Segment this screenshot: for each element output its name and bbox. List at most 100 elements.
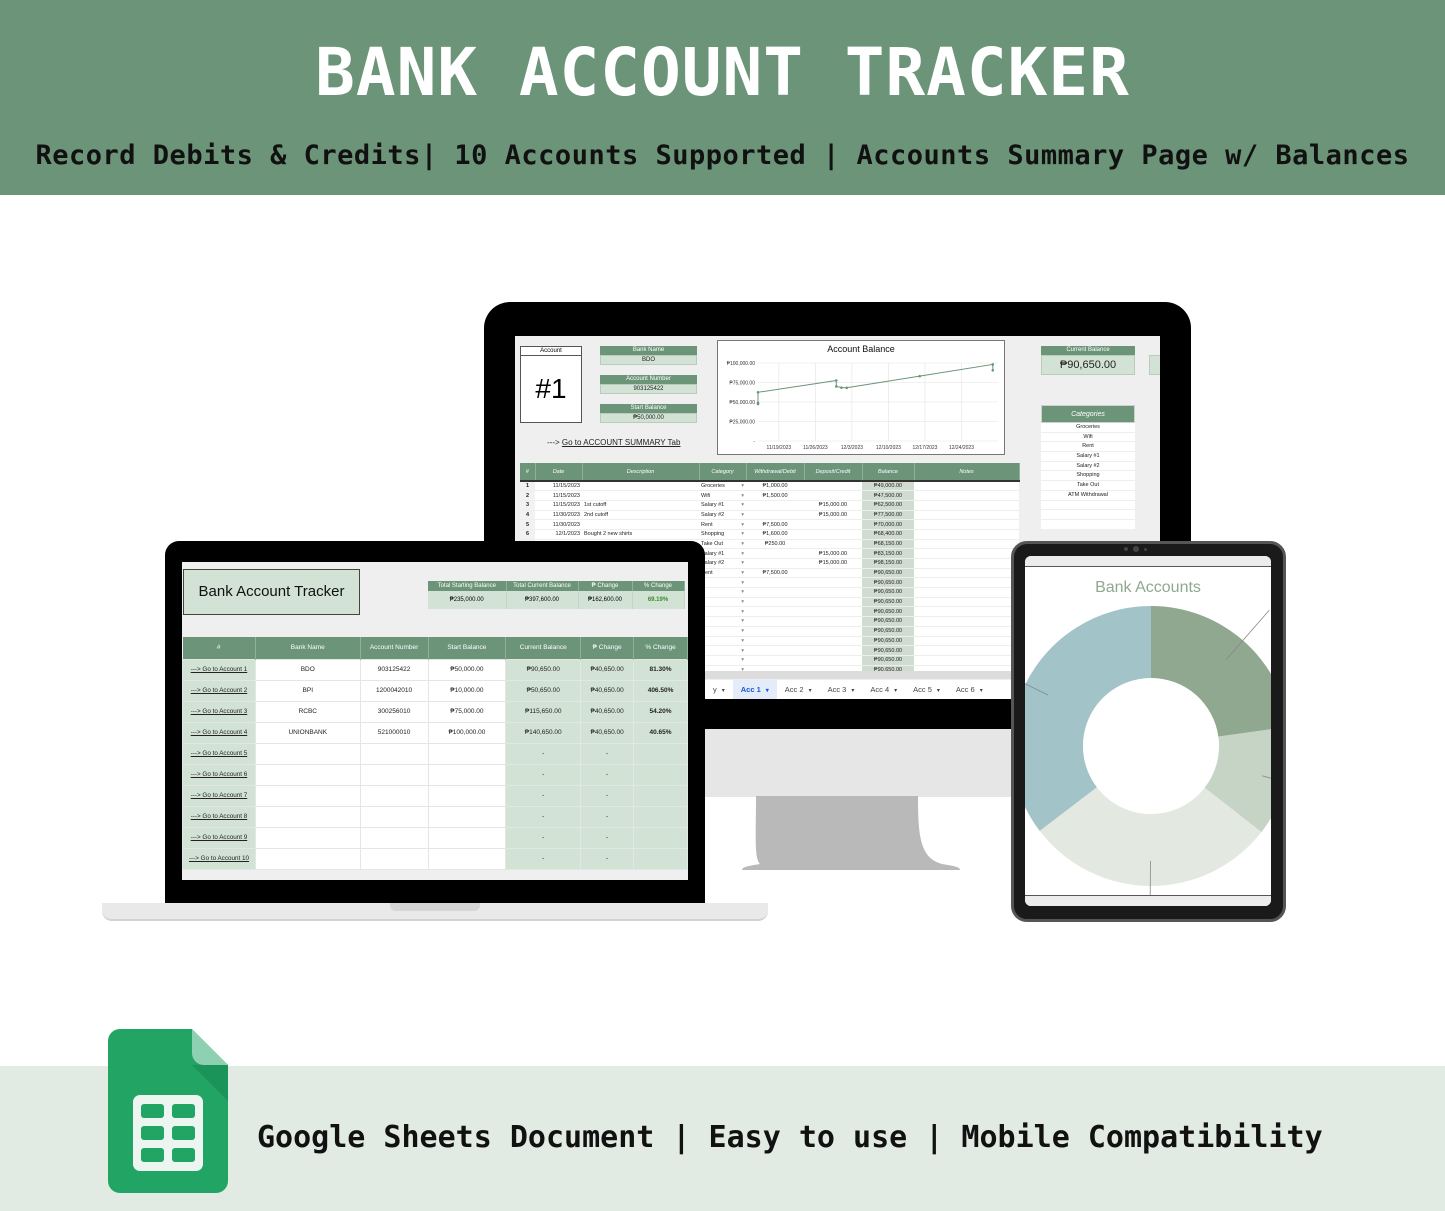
notes-cell[interactable]: [914, 558, 1019, 569]
debit-cell[interactable]: ₱1,500.00: [746, 490, 804, 501]
bank-name-cell[interactable]: [254, 784, 361, 807]
category-cell[interactable]: Take Out ▾: [699, 539, 746, 550]
category-cell[interactable]: Salary #2 ▾: [699, 558, 746, 569]
debit-cell[interactable]: ₱7,500.00: [746, 519, 804, 530]
credit-cell[interactable]: [804, 587, 862, 598]
account-number-cell[interactable]: 521000010: [359, 721, 429, 744]
start-balance-value[interactable]: ₱50,000.00: [600, 413, 697, 423]
start-balance-cell[interactable]: ₱10,000.00: [427, 679, 507, 702]
dropdown-arrow-icon[interactable]: ▾: [741, 589, 744, 595]
dropdown-arrow-icon[interactable]: ▾: [741, 522, 744, 528]
dropdown-arrow-icon[interactable]: ▾: [741, 599, 744, 605]
notes-cell[interactable]: [914, 548, 1019, 559]
date-cell[interactable]: 11/30/2023: [535, 510, 582, 521]
description-cell[interactable]: Bought 2 new shirts: [582, 529, 699, 540]
credit-cell[interactable]: ₱15,000.00: [804, 500, 862, 511]
credit-cell[interactable]: [804, 577, 862, 589]
category-cell[interactable]: Wifi ▾: [699, 490, 746, 501]
tab-dropdown-icon[interactable]: ▾: [937, 688, 940, 694]
category-cell[interactable]: ▾: [699, 606, 746, 618]
dropdown-arrow-icon[interactable]: ▾: [741, 551, 744, 557]
goto-summary-text[interactable]: Go to ACCOUNT SUMMARY Tab: [562, 438, 681, 447]
sheet-tab[interactable]: Acc 3 ▾: [820, 680, 863, 699]
notes-cell[interactable]: [914, 500, 1019, 511]
credit-cell[interactable]: [804, 490, 862, 501]
credit-cell[interactable]: [804, 606, 862, 618]
debit-cell[interactable]: [746, 587, 804, 598]
account-number-cell[interactable]: [359, 742, 429, 765]
dropdown-arrow-icon[interactable]: ▾: [741, 502, 744, 508]
credit-cell[interactable]: [804, 481, 862, 492]
sheet-tab[interactable]: Acc 5 ▾: [905, 680, 948, 699]
category-cell[interactable]: ▾: [699, 626, 746, 637]
tab-dropdown-icon[interactable]: ▾: [809, 688, 812, 694]
start-balance-cell[interactable]: [427, 847, 507, 870]
tab-dropdown-icon[interactable]: ▾: [722, 688, 725, 694]
start-balance-cell[interactable]: ₱50,000.00: [427, 658, 507, 681]
debit-cell[interactable]: [746, 645, 804, 656]
goto-account-link[interactable]: ---> Go to Account 6: [182, 763, 256, 786]
debit-cell[interactable]: [746, 558, 804, 569]
account-number-value[interactable]: 903125422: [600, 384, 697, 394]
dropdown-arrow-icon[interactable]: ▾: [741, 560, 744, 566]
notes-cell[interactable]: [914, 606, 1019, 618]
tab-dropdown-icon[interactable]: ▾: [766, 688, 769, 694]
goto-account-link[interactable]: ---> Go to Account 7: [182, 784, 256, 807]
description-cell[interactable]: 2nd cutoff: [582, 510, 699, 521]
dropdown-arrow-icon[interactable]: ▾: [741, 657, 744, 663]
category-cell[interactable]: ▾: [699, 577, 746, 589]
sheet-tab[interactable]: Acc 1 ▾: [732, 680, 777, 699]
bank-name-cell[interactable]: BDO: [254, 658, 361, 681]
bank-name-cell[interactable]: [254, 847, 361, 870]
notes-cell[interactable]: [914, 490, 1019, 501]
description-cell[interactable]: 1st cutoff: [582, 500, 699, 511]
dropdown-arrow-icon[interactable]: ▾: [741, 580, 744, 586]
debit-cell[interactable]: [746, 500, 804, 511]
sheet-tab[interactable]: Acc 4 ▾: [862, 680, 905, 699]
credit-cell[interactable]: [804, 597, 862, 608]
credit-cell[interactable]: ₱15,000.00: [804, 558, 862, 569]
credit-cell[interactable]: [804, 616, 862, 627]
bank-name-cell[interactable]: BPI: [254, 679, 361, 702]
category-cell[interactable]: ▾: [699, 655, 746, 666]
notes-cell[interactable]: [914, 597, 1019, 608]
goto-account-link[interactable]: ---> Go to Account 10: [182, 847, 256, 870]
credit-cell[interactable]: ₱15,000.00: [804, 548, 862, 559]
credit-cell[interactable]: [804, 568, 862, 579]
dropdown-arrow-icon[interactable]: ▾: [741, 648, 744, 654]
tab-dropdown-icon[interactable]: ▾: [851, 688, 854, 694]
sheet-tab[interactable]: Acc 6 ▾: [948, 680, 991, 699]
debit-cell[interactable]: [746, 597, 804, 608]
notes-cell[interactable]: [914, 636, 1019, 647]
category-cell[interactable]: Groceries ▾: [699, 481, 746, 492]
sheet-tab[interactable]: Acc 2 ▾: [777, 680, 820, 699]
notes-cell[interactable]: [914, 626, 1019, 637]
account-number-cell[interactable]: [359, 805, 429, 828]
notes-cell[interactable]: [914, 577, 1019, 589]
goto-account-link[interactable]: ---> Go to Account 9: [182, 826, 256, 849]
debit-cell[interactable]: [746, 577, 804, 589]
debit-cell[interactable]: ₱1,600.00: [746, 529, 804, 540]
account-number-cell[interactable]: 300256010: [359, 700, 429, 723]
debit-cell[interactable]: ₱7,500.00: [746, 568, 804, 579]
debit-cell[interactable]: [746, 655, 804, 666]
goto-account-link[interactable]: ---> Go to Account 8: [182, 805, 256, 828]
category-cell[interactable]: Shopping ▾: [699, 529, 746, 540]
debit-cell[interactable]: [746, 510, 804, 521]
notes-cell[interactable]: [914, 519, 1019, 530]
tab-dropdown-icon[interactable]: ▾: [894, 688, 897, 694]
goto-account-link[interactable]: ---> Go to Account 4: [182, 721, 256, 744]
sheet-tab[interactable]: y ▾: [705, 680, 733, 699]
debit-cell[interactable]: ₱250.00: [746, 539, 804, 550]
date-cell[interactable]: 11/15/2023: [535, 490, 582, 501]
description-cell[interactable]: [582, 490, 699, 501]
category-cell[interactable]: ▾: [699, 645, 746, 656]
credit-cell[interactable]: ₱15,000.00: [804, 510, 862, 521]
credit-cell[interactable]: [804, 645, 862, 656]
credit-cell[interactable]: [804, 519, 862, 530]
date-cell[interactable]: 11/15/2023: [535, 481, 582, 492]
notes-cell[interactable]: [914, 655, 1019, 666]
dropdown-arrow-icon[interactable]: ▾: [741, 638, 744, 644]
debit-cell[interactable]: [746, 548, 804, 559]
credit-cell[interactable]: [804, 655, 862, 666]
